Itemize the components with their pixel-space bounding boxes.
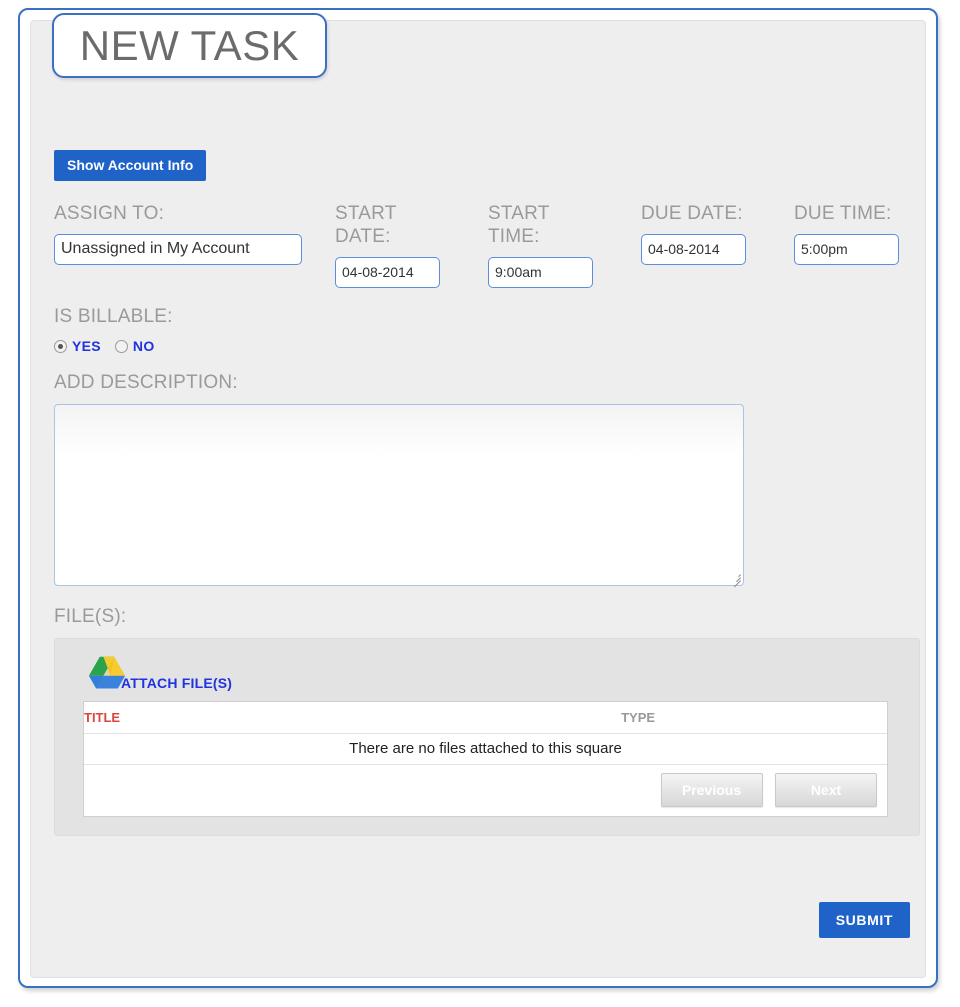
radio-option-yes[interactable]: YES — [54, 338, 101, 354]
submit-button[interactable]: SUBMIT — [818, 902, 910, 938]
next-page-button[interactable]: Next — [775, 772, 877, 807]
due-date-field-group: DUE DATE: — [641, 203, 746, 265]
due-time-input[interactable] — [794, 233, 899, 265]
files-table: TITLE TYPE There are no files attached t… — [84, 701, 887, 816]
page-title-tab: NEW TASK — [52, 13, 327, 78]
resize-handle-icon[interactable] — [729, 571, 741, 588]
radio-option-no[interactable]: NO — [114, 338, 155, 355]
schedule-fields-row: ASSIGN TO: START DATE: START TIME: DUE D… — [54, 203, 904, 288]
assign-to-label: ASSIGN TO: — [54, 203, 165, 224]
due-date-label: DUE DATE: — [641, 203, 743, 224]
is-billable-group: IS BILLABLE: YES NO — [54, 305, 904, 354]
assign-to-field-group: ASSIGN TO: — [54, 203, 302, 265]
due-date-input[interactable] — [641, 233, 746, 265]
empty-message: There are no files attached to this squa… — [84, 733, 887, 765]
is-billable-radio-row: YES NO — [54, 338, 904, 354]
description-textarea[interactable] — [54, 404, 744, 588]
description-label: ADD DESCRIPTION: — [54, 372, 238, 394]
files-label: FILE(S): — [54, 606, 127, 628]
files-table-pager-row: Previous Next — [84, 764, 887, 816]
start-date-label: START DATE: — [335, 203, 397, 247]
page-title: NEW TASK — [79, 21, 300, 69]
start-time-input[interactable] — [488, 256, 593, 288]
show-account-info-button[interactable]: Show Account Info — [54, 150, 207, 181]
start-date-input[interactable] — [335, 256, 440, 288]
due-time-field-group: DUE TIME: — [794, 203, 899, 265]
files-table-wrapper: TITLE TYPE There are no files attached t… — [83, 700, 888, 817]
column-header-title[interactable]: TITLE — [84, 701, 390, 734]
radio-filled-icon[interactable] — [54, 339, 67, 353]
start-time-field-group: START TIME: — [488, 203, 593, 288]
start-date-field-group: START DATE: — [335, 203, 440, 288]
previous-page-button[interactable]: Previous — [660, 772, 763, 807]
form-content: Show Account Info ASSIGN TO: START DATE:… — [54, 150, 920, 836]
files-table-header-row: TITLE TYPE — [84, 701, 887, 734]
assign-to-input[interactable] — [54, 233, 302, 265]
files-group: FILE(S): ATTACH FILE(S) TITLE TYPE There… — [54, 606, 920, 836]
radio-option-yes-label: YES — [72, 338, 101, 355]
attach-files-row[interactable]: ATTACH FILE(S) — [85, 655, 232, 693]
files-panel: ATTACH FILE(S) TITLE TYPE There are no f… — [54, 637, 920, 836]
description-group: ADD DESCRIPTION: — [54, 372, 904, 588]
column-header-type[interactable]: TYPE — [389, 701, 887, 734]
radio-option-no-label: NO — [132, 338, 155, 355]
radio-empty-icon[interactable] — [114, 339, 128, 353]
page-frame: NEW TASK Show Account Info ASSIGN TO: ST… — [18, 8, 938, 988]
files-table-empty-row: There are no files attached to this squa… — [84, 733, 887, 765]
is-billable-label: IS BILLABLE: — [54, 305, 173, 327]
start-time-label: START TIME: — [488, 203, 550, 247]
pager-cell: Previous Next — [84, 764, 887, 816]
attach-files-link[interactable]: ATTACH FILE(S) — [121, 675, 232, 691]
submit-area: SUBMIT — [818, 902, 910, 938]
due-time-label: DUE TIME: — [794, 203, 892, 224]
